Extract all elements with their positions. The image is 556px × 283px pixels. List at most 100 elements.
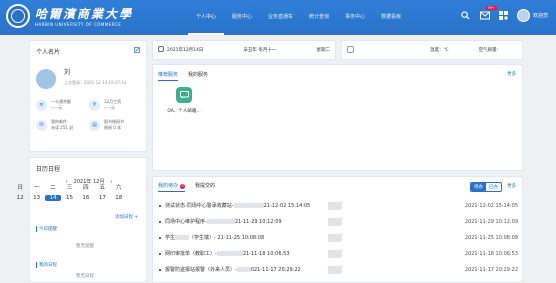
todo-count-badge: 3	[180, 184, 186, 189]
today-empty: 暂无提醒	[76, 244, 94, 249]
bullet-icon	[159, 220, 161, 223]
stat-value: 借阅 0 本	[104, 125, 122, 130]
calendar-day[interactable]: 12	[12, 195, 28, 201]
schedule-empty: 暂无日程	[76, 274, 94, 279]
university-seal-icon	[6, 4, 30, 28]
weekday: 星期二	[316, 48, 331, 53]
schedule-title: 我的日程	[36, 262, 57, 268]
chat-icon	[176, 87, 192, 103]
services-tabs: 推荐服务 我的服务	[158, 71, 208, 81]
nav-service-center[interactable]: 服务中心	[224, 0, 260, 35]
calendar-grid: 日 一 二 三 四 五 六 12 13 14 15 16 17 18	[12, 183, 127, 201]
redacted-block	[328, 265, 342, 274]
stat-mail[interactable]: ✉ 我的邮件 未读 251 封	[36, 119, 89, 131]
calendar-day[interactable]: 13	[28, 195, 44, 201]
weekday-label: 二	[50, 185, 56, 191]
message-count-badge: 99+	[485, 5, 497, 10]
task-row[interactable]: 学生 （学生端）- 21-11-25 10:08:08 2021-11-25 10…	[156, 229, 518, 246]
calendar-day[interactable]: 17	[94, 195, 110, 201]
message-icon[interactable]: 99+	[479, 5, 497, 22]
stat-library[interactable]: ▤ 图书借阅书 借阅 0 本	[89, 119, 142, 131]
bullet-icon	[159, 204, 161, 207]
header-tools: 99+ 欢迎您	[460, 5, 548, 22]
current-date: 2021年12月14日	[167, 48, 204, 53]
redacted-block	[328, 217, 342, 226]
nav-business-express[interactable]: 业务直通车	[260, 0, 301, 35]
tab-recommended[interactable]: 推荐服务	[158, 71, 179, 81]
profile-name: 刘	[64, 69, 71, 76]
tasks-more-link[interactable]: 更多	[507, 183, 516, 189]
task-row[interactable]: 同场中心维护程序- 21-11-29 10:12:09 2021-11-29 10…	[156, 213, 518, 230]
main-nav: 个人中心 服务中心 业务直通车 统计查询 事务中心 数据看板	[188, 0, 409, 35]
task-time: 21-11-18 10:06:53	[242, 250, 290, 257]
weekday-label: 日	[17, 185, 23, 191]
today-reminder-title: 今日提醒	[36, 226, 57, 232]
stat-value: 未读 251 封	[51, 125, 74, 130]
task-row[interactable]: 报警防盗报站报警（外来人员）- 021-11-17 20:29:22 2021-1…	[156, 261, 518, 278]
redacted-text	[216, 251, 243, 256]
redacted-text	[175, 235, 190, 240]
add-schedule-link[interactable]: 添加日程 +	[115, 214, 138, 220]
task-time: 021-11-17 20:29:22	[250, 266, 301, 273]
search-icon[interactable]	[460, 10, 472, 22]
avatar	[516, 9, 530, 22]
tab-submitted[interactable]: 我提交的	[195, 182, 215, 192]
tab-my-services[interactable]: 我的服务	[188, 71, 208, 81]
service-tile-label: OA、个人邮箱...	[167, 109, 201, 114]
weather-icon	[347, 45, 354, 55]
service-tile[interactable]: OA、个人邮箱...	[160, 87, 208, 114]
redacted-block	[328, 249, 342, 258]
tasks-tabs: 我的待办 3 我提交的	[158, 182, 215, 192]
task-row[interactable]: 网印审批单（教职工）- 21-11-18 10:06:53 2021-11-18 …	[156, 245, 518, 262]
weekday-label: 三	[66, 185, 73, 191]
redacted-block	[328, 201, 342, 210]
task-title: 同场中心维护程序-	[165, 219, 207, 225]
book-icon: ▤	[89, 119, 100, 131]
toggle-done[interactable]: 已办	[486, 183, 501, 191]
redacted-text	[206, 219, 235, 224]
edit-icon[interactable]	[134, 47, 140, 55]
nav-statistics[interactable]: 统计查询	[301, 0, 337, 35]
task-time: 21-11-29 10:12:09	[234, 218, 282, 225]
redacted-text	[236, 267, 251, 272]
university-name: 哈爾濱商業大學 HARBIN UNIVERSITY OF COMMERCE	[35, 5, 133, 27]
weekday-label: 一	[33, 185, 40, 191]
nav-dashboard[interactable]: 数据看板	[373, 0, 409, 35]
user-greeting: 欢迎您	[532, 13, 548, 19]
stat-card-balance[interactable]: ≡ 一卡通余额 --.--元	[36, 99, 89, 111]
services-card: 推荐服务 我的服务 更多 OA、个人邮箱...	[152, 64, 523, 171]
tab-my-todo[interactable]: 我的待办 3	[158, 182, 186, 192]
weather-bar: 温度：℃ 空气质量：	[341, 40, 523, 60]
toggle-todo[interactable]: 待办	[471, 183, 486, 191]
task-time: （学生端）- 21-11-25 10:08:08	[189, 235, 265, 241]
calendar-icon	[158, 46, 164, 54]
qrcode-icon[interactable]	[498, 10, 510, 22]
salary-icon: ¥	[89, 99, 100, 111]
university-logo[interactable]: 哈爾濱商業大學 HARBIN UNIVERSITY OF COMMERCE	[6, 4, 133, 28]
nav-affairs[interactable]: 事务中心	[337, 0, 373, 35]
stat-salary[interactable]: ¥ 12月工资 --.--元	[89, 99, 142, 111]
mail-icon: ✉	[36, 119, 47, 131]
bullet-icon	[159, 252, 161, 255]
calendar-day-today[interactable]: 14	[44, 195, 62, 201]
bullet-icon	[159, 268, 161, 271]
task-time: 21-12-02 15:14:05	[263, 202, 311, 209]
temperature: 温度：℃	[430, 48, 449, 53]
wallet-icon: ≡	[36, 99, 47, 111]
task-date: 2021-11-25 10:08:08	[464, 234, 518, 241]
task-date: 2021-11-18 10:06:53	[464, 250, 518, 257]
user-menu[interactable]: 欢迎您	[516, 9, 548, 22]
services-more-link[interactable]: 更多	[507, 71, 516, 77]
air-quality: 空气质量：	[478, 48, 502, 53]
nav-personal-center[interactable]: 个人中心	[188, 0, 225, 35]
tab-my-todo-label: 我的待办	[158, 183, 179, 189]
task-title: 报警防盗报站报警（外来人员）-	[165, 267, 237, 273]
stat-value: --.--元	[51, 105, 63, 110]
redacted-block	[328, 233, 342, 242]
top-navbar: 哈爾濱商業大學 HARBIN UNIVERSITY OF COMMERCE 个人…	[0, 0, 556, 35]
task-row[interactable]: 测试状态-同场中心警承收藏站- 21-12-02 15:14:05 2021-12…	[156, 197, 518, 214]
calendar-day[interactable]: 16	[78, 195, 94, 201]
stat-value: --.--元	[104, 105, 116, 110]
calendar-day[interactable]: 18	[111, 195, 127, 201]
calendar-day[interactable]: 15	[61, 195, 77, 201]
